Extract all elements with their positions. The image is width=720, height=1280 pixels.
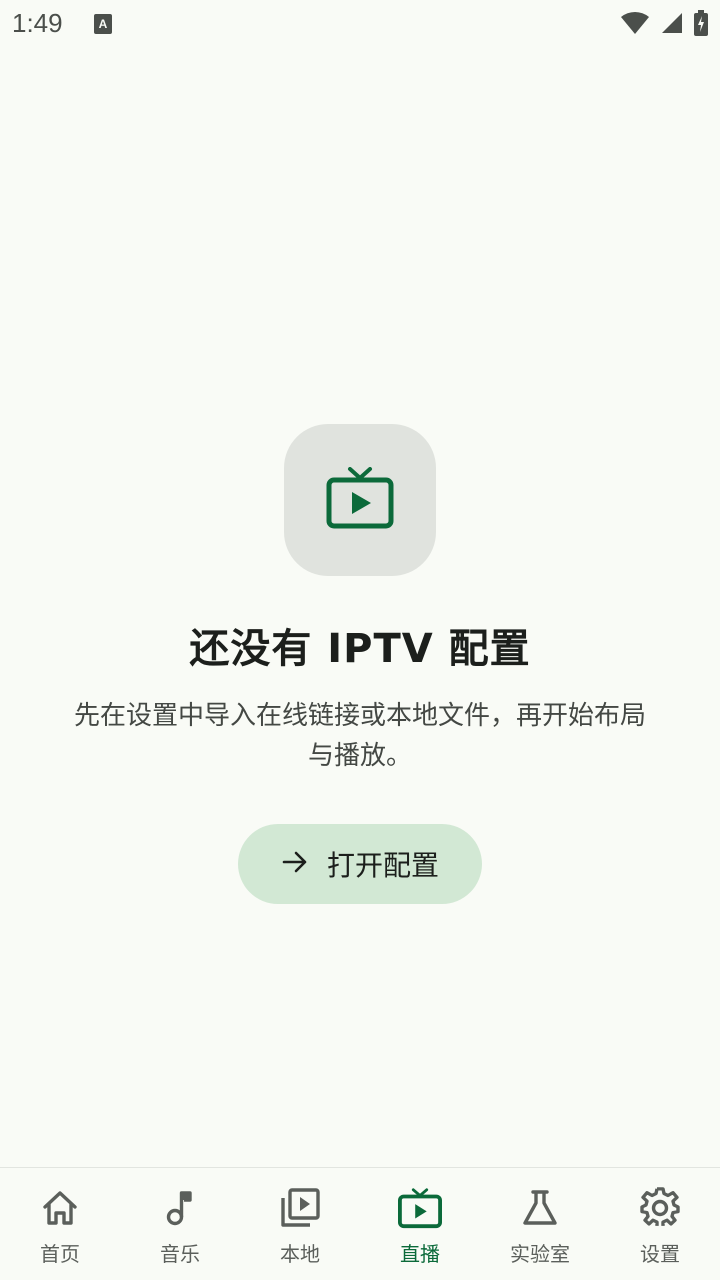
live-tv-icon [398, 1186, 442, 1230]
music-note-icon [158, 1186, 202, 1230]
battery-charging-icon [694, 10, 708, 40]
nav-item-home[interactable]: 首页 [0, 1168, 120, 1280]
nav-item-lab[interactable]: 实验室 [480, 1168, 600, 1280]
cellular-signal-icon [660, 11, 684, 39]
gear-icon [638, 1186, 682, 1230]
open-config-label: 打开配置 [326, 849, 439, 882]
home-icon [38, 1186, 82, 1230]
nav-item-local[interactable]: 本地 [240, 1168, 360, 1280]
svg-text:A: A [99, 17, 108, 31]
open-config-button[interactable]: 打开配置 [238, 824, 482, 904]
live-tv-badge [284, 424, 436, 576]
nav-label-local: 本地 [280, 1242, 320, 1266]
nav-item-music[interactable]: 音乐 [120, 1168, 240, 1280]
flask-icon [518, 1186, 562, 1230]
empty-state: 还没有 IPTV 配置 先在设置中导入在线链接或本地文件，再开始布局与播放。 打… [0, 424, 720, 904]
nav-label-live: 直播 [400, 1242, 440, 1266]
nav-label-lab: 实验室 [510, 1242, 570, 1266]
empty-description: 先在设置中导入在线链接或本地文件，再开始布局与播放。 [73, 701, 646, 771]
video-library-icon [278, 1186, 322, 1230]
nav-label-settings: 设置 [640, 1242, 680, 1266]
nav-item-live[interactable]: 直播 [360, 1168, 480, 1280]
nav-label-home: 首页 [40, 1242, 80, 1266]
accessibility-notification-icon: A [94, 14, 112, 34]
nav-item-settings[interactable]: 设置 [600, 1168, 720, 1280]
status-icons [620, 10, 708, 40]
empty-title: 还没有 IPTV 配置 [189, 626, 531, 672]
bottom-nav: 首页 音乐 本地 直播 实验室 设置 [0, 1167, 720, 1280]
live-tv-icon [326, 467, 394, 533]
status-bar: 1:49 A [0, 0, 720, 50]
status-time: 1:49 [12, 8, 63, 38]
wifi-icon [620, 10, 650, 40]
arrow-right-icon [281, 848, 309, 880]
nav-label-music: 音乐 [160, 1242, 200, 1266]
screen: 1:49 A 还没有 IPTV 配置 先在设置中导入在线链接或本地文件，再开始布… [0, 0, 720, 1280]
